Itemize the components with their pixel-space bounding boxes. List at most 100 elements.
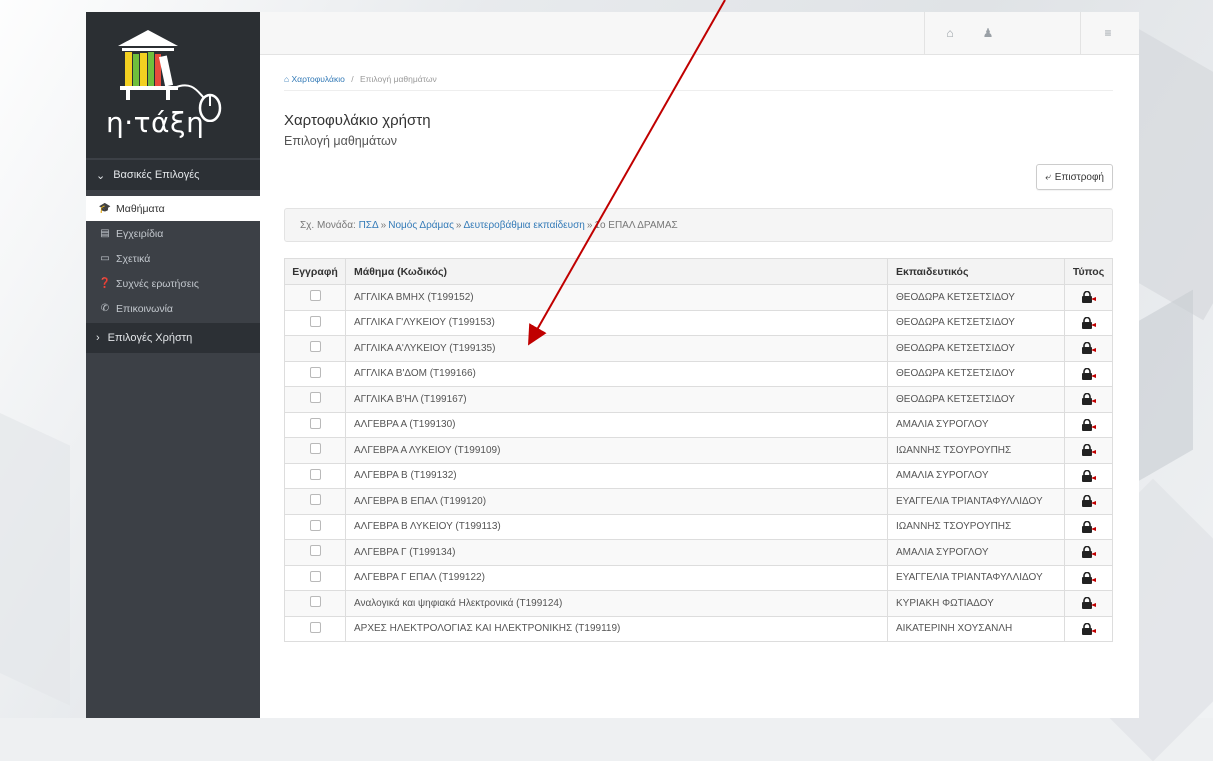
enroll-cell — [284, 437, 346, 464]
logo[interactable]: η·τάξη — [86, 12, 260, 158]
column-header-type: Τύπος — [1064, 258, 1113, 285]
column-header-course: Μάθημα (Κωδικός) — [345, 258, 888, 285]
enroll-checkbox[interactable] — [309, 315, 321, 327]
enroll-checkbox[interactable] — [309, 417, 321, 429]
page-subtitle: Επιλογή μαθημάτων — [284, 134, 397, 148]
enroll-checkbox[interactable] — [309, 341, 321, 353]
lock-icon — [1081, 495, 1096, 508]
type-cell — [1064, 386, 1113, 413]
separator: » — [586, 219, 593, 231]
course-cell: ΑΛΓΕΒΡΑ Γ ΕΠΑΛ (T199122) — [345, 564, 888, 591]
course-cell: ΑΓΓΛΙΚΑ Β'ΔΟΜ (T199166) — [345, 360, 888, 387]
teacher-cell: ΘΕΟΔΩΡΑ ΚΕΤΣΕΤΣΙΔΟΥ — [887, 284, 1065, 311]
enroll-cell — [284, 615, 346, 642]
type-cell — [1064, 309, 1113, 336]
table-row: Αναλογικά και ψηφιακά Ηλεκτρονικά (T1991… — [284, 590, 1113, 617]
chevron-right-icon: › — [96, 332, 100, 344]
lock-icon — [1081, 342, 1096, 355]
course-cell: ΑΛΓΕΒΡΑ Β (T199132) — [345, 462, 888, 489]
sidebar-section-user[interactable]: › Επιλογές Χρήστη — [86, 323, 260, 353]
type-cell — [1064, 615, 1113, 642]
enroll-cell — [284, 539, 346, 566]
sidebar-item-courses[interactable]: 🎓 Μαθήματα — [86, 196, 260, 221]
enroll-cell — [284, 564, 346, 591]
sidebar-item-about[interactable]: ▭ Σχετικά — [86, 246, 260, 271]
course-cell: ΑΓΓΛΙΚΑ ΒΜΗΧ (T199152) — [345, 284, 888, 311]
enroll-checkbox[interactable] — [309, 366, 321, 378]
top-bar: ⌂ ♟ ≡ — [260, 12, 1139, 55]
sidebar-item-contact[interactable]: ✆ Επικοινωνία — [86, 296, 260, 321]
unit-link-secondary[interactable]: Δευτεροβάθμια εκπαίδευση — [463, 220, 584, 231]
enroll-cell — [284, 488, 346, 515]
sliders-icon[interactable]: ≡ — [1088, 12, 1128, 54]
enroll-checkbox[interactable] — [309, 570, 321, 582]
sidebar-section-label: Επιλογές Χρήστη — [107, 332, 193, 344]
enroll-cell — [284, 590, 346, 617]
teacher-cell: ΕΥΑΓΓΕΛΙΑ ΤΡΙΑΝΤΑΦΥΛΛΙΔΟΥ — [887, 564, 1065, 591]
type-cell — [1064, 335, 1113, 362]
enroll-checkbox[interactable] — [309, 545, 321, 557]
divider — [924, 12, 925, 54]
unit-link-psd[interactable]: ΠΣΔ — [359, 220, 379, 231]
enroll-checkbox[interactable] — [309, 443, 321, 455]
column-header-enroll: Εγγραφή — [284, 258, 346, 285]
enroll-checkbox[interactable] — [309, 621, 321, 633]
back-button[interactable]: ⤶ Επιστροφή — [1036, 164, 1113, 190]
enroll-checkbox[interactable] — [309, 494, 321, 506]
breadcrumb-separator: / — [351, 74, 354, 84]
teacher-cell: ΑΜΑΛΙΑ ΣΥΡΟΓΛΟΥ — [887, 411, 1065, 438]
enroll-cell — [284, 513, 346, 540]
table-row: ΑΓΓΛΙΚΑ ΒΜΗΧ (T199152) ΘΕΟΔΩΡΑ ΚΕΤΣΕΤΣΙΔΟ… — [284, 284, 1113, 311]
courses-table: Εγγραφή Μάθημα (Κωδικός) Εκπαιδευτικός Τ… — [284, 258, 1113, 642]
type-cell — [1064, 462, 1113, 489]
course-cell: ΑΡΧΕΣ ΗΛΕΚΤΡΟΛΟΓΙΑΣ ΚΑΙ ΗΛΕΚΤΡΟΝΙΚΗΣ (T1… — [345, 615, 888, 642]
lock-icon — [1081, 418, 1096, 431]
type-cell — [1064, 513, 1113, 540]
school-unit-path: Σχ. Μονάδα: ΠΣΔ » Νομός Δράμας » Δευτερο… — [284, 208, 1113, 242]
sidebar-section-basic[interactable]: ⌄ Βασικές Επιλογές — [86, 160, 260, 190]
home-icon: ⌂ — [284, 74, 292, 84]
table-row: ΑΛΓΕΒΡΑ Γ (T199134) ΑΜΑΛΙΑ ΣΥΡΟΓΛΟΥ — [284, 539, 1113, 566]
lock-icon — [1081, 571, 1096, 584]
sidebar-item-manuals[interactable]: ▤ Εγχειρίδια — [86, 221, 260, 246]
table-row: ΑΓΓΛΙΚΑ Γ'ΛΥΚΕΙΟΥ (T199153) ΘΕΟΔΩΡΑ ΚΕΤΣΕ… — [284, 309, 1113, 336]
main-content: ⌂ ♟ ≡ ⌂ Χαρτοφυλάκιο / Επιλογή μαθημάτων… — [260, 12, 1139, 718]
teacher-cell: ΚΥΡΙΑΚΗ ΦΩΤΙΑΔΟΥ — [887, 590, 1065, 617]
unit-link-prefecture[interactable]: Νομός Δράμας — [388, 220, 454, 231]
lock-icon — [1081, 367, 1096, 380]
lock-icon — [1081, 520, 1096, 533]
enroll-cell — [284, 411, 346, 438]
lock-icon — [1081, 444, 1096, 457]
lock-icon — [1081, 597, 1096, 610]
enroll-checkbox[interactable] — [309, 468, 321, 480]
enroll-checkbox[interactable] — [309, 392, 321, 404]
table-row: ΑΓΓΛΙΚΑ Β'ΔΟΜ (T199166) ΘΕΟΔΩΡΑ ΚΕΤΣΕΤΣΙΔ… — [284, 360, 1113, 387]
teacher-cell: ΑΜΑΛΙΑ ΣΥΡΟΓΛΟΥ — [887, 539, 1065, 566]
lock-icon — [1081, 316, 1096, 329]
reply-icon: ⤶ — [1045, 171, 1051, 183]
teacher-cell: ΘΕΟΔΩΡΑ ΚΕΤΣΕΤΣΙΔΟΥ — [887, 360, 1065, 387]
sidebar-item-label: Μαθήματα — [116, 202, 165, 215]
enroll-checkbox[interactable] — [309, 519, 321, 531]
breadcrumb-home[interactable]: ⌂ Χαρτοφυλάκιο — [284, 74, 345, 84]
separator: » — [455, 219, 462, 231]
breadcrumb-home-label: Χαρτοφυλάκιο — [291, 74, 345, 84]
breadcrumb: ⌂ Χαρτοφυλάκιο / Επιλογή μαθημάτων — [284, 74, 437, 84]
unit-prefix: Σχ. Μονάδα: — [300, 219, 356, 231]
unit-school: 1ο ΕΠΑΛ ΔΡΑΜΑΣ — [594, 219, 678, 231]
sidebar-item-faq[interactable]: ❓ Συχνές ερωτήσεις — [86, 271, 260, 296]
type-cell — [1064, 411, 1113, 438]
home-icon[interactable]: ⌂ — [930, 12, 970, 54]
enroll-checkbox[interactable] — [309, 596, 321, 608]
graduation-cap-icon: 🎓 — [98, 203, 112, 214]
sidebar-item-label: Σχετικά — [116, 252, 151, 265]
user-icon[interactable]: ♟ — [968, 12, 1008, 54]
teacher-cell: ΘΕΟΔΩΡΑ ΚΕΤΣΕΤΣΙΔΟΥ — [887, 309, 1065, 336]
lock-icon — [1081, 546, 1096, 559]
file-icon: ▤ — [100, 228, 110, 239]
enroll-cell — [284, 360, 346, 387]
enroll-checkbox[interactable] — [309, 290, 321, 302]
enroll-cell — [284, 386, 346, 413]
back-button-label: Επιστροφή — [1054, 171, 1104, 183]
sidebar: η·τάξη ⌄ Βασικές Επιλογές 🎓 Μαθήματα ▤ Ε… — [86, 12, 260, 718]
